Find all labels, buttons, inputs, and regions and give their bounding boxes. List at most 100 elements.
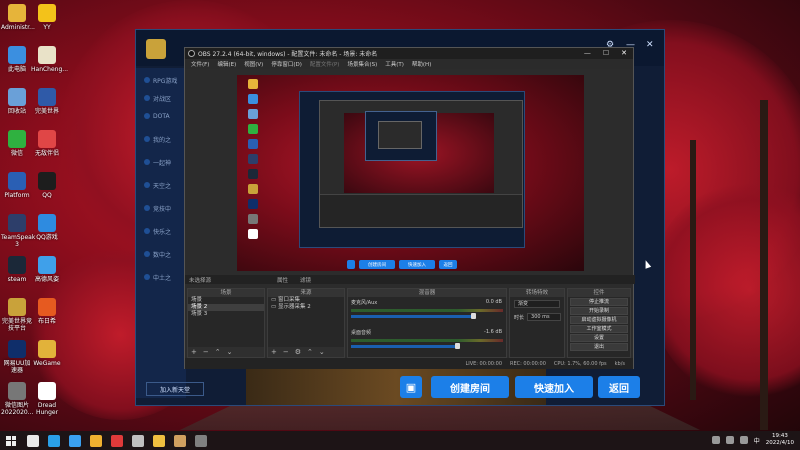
bitrate: kb/s [614, 360, 625, 367]
start-button[interactable] [4, 434, 18, 448]
menu-help[interactable]: 帮助(H) [412, 60, 431, 68]
quick-join-button[interactable]: 快速加入 [515, 376, 593, 398]
desktop-icon[interactable]: 完美世界竞技平台 [1, 298, 33, 332]
launcher-menu-item[interactable]: 快乐之 [144, 226, 188, 236]
obs-window[interactable]: OBS 27.2.4 (64-bit, windows) - 配置文件: 未命名… [184, 47, 635, 369]
desktop-icon[interactable]: 高德风姿 [31, 256, 63, 283]
menu-profile[interactable]: 配置文件(P) [310, 60, 340, 68]
ime-indicator[interactable]: 中 [754, 436, 760, 445]
desktop-icon[interactable]: QQ游戏 [31, 214, 63, 241]
source-item[interactable]: ▭ 显示器采集 2 [268, 304, 344, 311]
launcher-menu-item[interactable]: 中土之 [144, 272, 188, 282]
launcher-menu-item[interactable]: 天空之 [144, 180, 188, 190]
launcher-menu-label: DOTA [153, 112, 170, 120]
launcher-menu-item[interactable]: RPG游戏 [144, 75, 188, 85]
desktop-icon[interactable]: WeGame [31, 340, 63, 367]
taskbar-app-icon[interactable] [195, 434, 207, 447]
properties-button[interactable]: 属性 [277, 276, 288, 284]
desktop-icon[interactable]: 无敌伴侣 [31, 130, 63, 157]
settings-button[interactable]: 设置 [570, 334, 628, 342]
move-down-button[interactable]: ⌄ [227, 348, 233, 356]
menu-tools[interactable]: 工具(T) [385, 60, 404, 68]
taskbar-app-icon[interactable] [111, 434, 123, 447]
menu-edit[interactable]: 编辑(E) [217, 60, 236, 68]
join-friend-button[interactable]: 加入新天堂 [146, 382, 204, 396]
add-scene-button[interactable]: + [191, 348, 197, 356]
source-item[interactable]: ▭ 窗口采集 [268, 297, 344, 304]
volume-slider[interactable] [351, 343, 461, 349]
desktop-icon[interactable]: TeamSpeak 3 [1, 214, 35, 248]
desktop-icon[interactable]: YY [31, 4, 63, 31]
taskbar-app-icon[interactable] [153, 434, 165, 447]
obs-maximize-button[interactable]: ☐ [603, 49, 609, 57]
add-source-button[interactable]: + [271, 348, 277, 356]
move-up-button[interactable]: ⌃ [307, 348, 313, 356]
filters-button[interactable]: 滤镜 [300, 276, 311, 284]
scene-item[interactable]: 场景 2 [188, 304, 264, 311]
desktop-icon[interactable]: 完美世界 [31, 88, 63, 115]
clock[interactable]: 19:43 2022/4/10 [766, 433, 794, 447]
launcher-menu-item[interactable]: 竞技中 [144, 203, 188, 213]
create-room-button[interactable]: 创建房间 [431, 376, 509, 398]
desktop-icon[interactable]: 微信图片 2022020... [1, 382, 33, 416]
taskbar-app-icon[interactable] [69, 434, 81, 447]
launcher-menu-item[interactable]: 一起神 [144, 157, 188, 167]
taskbar-app-icon[interactable] [174, 434, 186, 447]
desktop-icon-label: Platform [4, 192, 30, 199]
taskbar-app-icon[interactable] [90, 434, 102, 447]
start-recording-button[interactable]: 开始录制 [570, 307, 628, 315]
desktop-icon[interactable]: Administr... [1, 4, 35, 31]
scene-item[interactable]: 场景 [188, 297, 264, 304]
menu-docks[interactable]: 停靠窗口(D) [271, 60, 302, 68]
desktop-icon[interactable]: Dread Hunger [31, 382, 63, 416]
studio-mode-button[interactable]: 工作室模式 [570, 325, 628, 333]
desktop-icon[interactable]: 微信 [1, 130, 33, 157]
desktop-icon[interactable]: Platform [1, 172, 33, 199]
desktop-icon[interactable]: 布日希 [31, 298, 63, 325]
launcher-menu-item[interactable]: 数中之 [144, 249, 188, 259]
transition-select[interactable]: 渐变 [514, 300, 560, 308]
launcher-menu-item[interactable]: 我的之 [144, 134, 188, 144]
desktop-icon[interactable]: steam [1, 256, 33, 283]
menu-file[interactable]: 文件(F) [191, 60, 209, 68]
obs-logo-icon [188, 50, 195, 57]
menu-scene-collection[interactable]: 场景集合(S) [347, 60, 377, 68]
back-button[interactable]: 返回 [598, 376, 640, 398]
source-toolbar: 未选择源 属性 滤镜 [185, 275, 635, 284]
source-settings-icon[interactable]: ⚙ [295, 348, 301, 356]
move-down-button[interactable]: ⌄ [319, 348, 325, 356]
taskbar-app-icon[interactable] [132, 434, 144, 447]
scene-item[interactable]: 场景 3 [188, 311, 264, 318]
volume-icon[interactable] [739, 436, 748, 444]
remove-source-button[interactable]: − [283, 348, 289, 356]
launcher-close-button[interactable]: ✕ [646, 40, 654, 50]
taskbar-app-icon[interactable] [27, 434, 39, 447]
tray-icon[interactable] [711, 436, 720, 444]
menu-item-icon [144, 205, 150, 211]
obs-title: OBS 27.2.4 (64-bit, windows) - 配置文件: 未命名… [198, 51, 378, 58]
obs-close-button[interactable]: ✕ [621, 49, 627, 57]
desktop-icon-label: steam [7, 276, 27, 283]
launcher-menu-item[interactable]: 对战区 [144, 93, 188, 103]
taskbar-app-icon[interactable] [48, 434, 60, 447]
obs-minimize-button[interactable]: — [584, 49, 591, 57]
launcher-menu-item[interactable]: DOTA [144, 111, 188, 121]
chat-icon[interactable]: ▣ [400, 376, 422, 398]
duration-input[interactable]: 300 ms [527, 313, 561, 321]
menu-view[interactable]: 视图(V) [244, 60, 263, 68]
desktop-icon[interactable]: 回收站 [1, 88, 33, 115]
network-icon[interactable] [725, 436, 734, 444]
obs-preview[interactable]: 创建房间 快速加入 返回 [237, 75, 584, 271]
stop-streaming-button[interactable]: 停止推流 [570, 298, 628, 306]
desktop-icon[interactable]: HanCheng... [31, 46, 69, 73]
desktop-icon-label: 完美世界竞技平台 [1, 318, 32, 332]
move-up-button[interactable]: ⌃ [215, 348, 221, 356]
desktop-icon[interactable]: 网易UU加速器 [1, 340, 33, 374]
desktop-icon[interactable]: QQ [31, 172, 63, 199]
remove-scene-button[interactable]: − [203, 348, 209, 356]
desktop-icon[interactable]: 此电脑 [1, 46, 33, 73]
desktop-icon-label: HanCheng... [31, 66, 69, 73]
exit-button[interactable]: 退出 [570, 343, 628, 351]
start-virtual-camera-button[interactable]: 启动虚拟摄像机 [570, 316, 628, 324]
volume-slider[interactable] [351, 313, 476, 319]
